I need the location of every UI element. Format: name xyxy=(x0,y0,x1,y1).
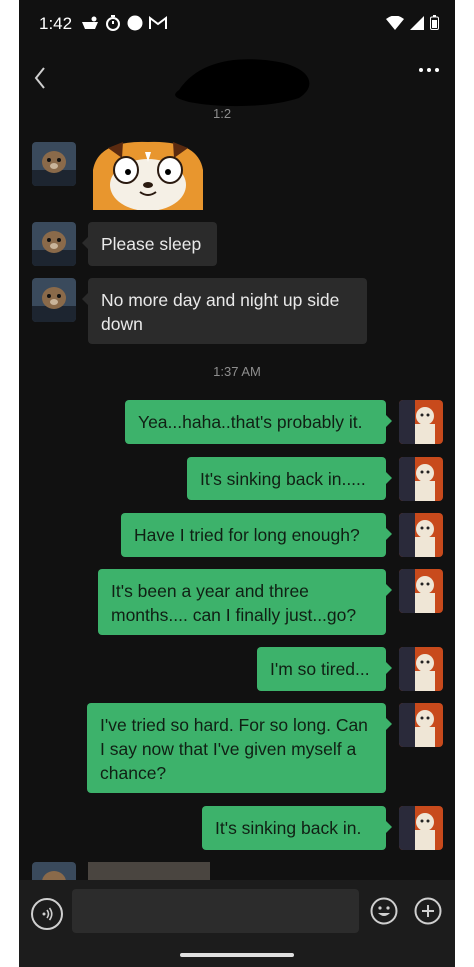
status-system-icons xyxy=(386,15,439,30)
message-right[interactable]: It's sinking back in..... xyxy=(187,457,392,500)
emoji-button[interactable] xyxy=(370,897,398,925)
user-avatar[interactable] xyxy=(399,457,443,501)
timer-icon xyxy=(106,15,120,31)
message-right[interactable]: I'm so tired... xyxy=(257,647,392,691)
home-indicator[interactable] xyxy=(180,953,294,957)
redacted-contact-name xyxy=(175,59,310,107)
user-avatar[interactable] xyxy=(399,703,443,747)
battery-icon xyxy=(430,15,439,30)
message-left[interactable]: Please sleep xyxy=(82,222,217,266)
user-avatar[interactable] xyxy=(399,806,443,850)
contact-avatar[interactable] xyxy=(32,222,76,266)
message-right[interactable]: I've tried so hard. For so long. Can I s… xyxy=(87,703,392,793)
message-right[interactable]: It's been a year and three months.... ca… xyxy=(98,569,392,635)
message-input[interactable] xyxy=(72,889,359,933)
circle-icon xyxy=(127,15,143,31)
partial-timestamp: 1:2 xyxy=(213,106,232,121)
gmail-icon xyxy=(149,16,167,29)
more-options-icon[interactable] xyxy=(419,68,439,72)
user-avatar[interactable] xyxy=(399,513,443,557)
contact-avatar[interactable] xyxy=(32,278,76,322)
message-right[interactable]: Yea...haha..that's probably it. xyxy=(125,400,392,444)
timestamp: 1:37 AM xyxy=(213,364,261,379)
back-arrow-icon[interactable] xyxy=(33,66,47,90)
user-avatar[interactable] xyxy=(399,400,443,444)
red-panda-sticker[interactable] xyxy=(88,140,208,210)
message-left[interactable]: No more day and night up side down xyxy=(82,278,367,344)
voice-input-button[interactable] xyxy=(31,898,63,930)
user-avatar[interactable] xyxy=(399,647,443,691)
status-time: 1:42 xyxy=(39,14,73,33)
message-right[interactable]: It's sinking back in. xyxy=(202,806,392,850)
contact-avatar[interactable] xyxy=(32,142,76,186)
user-avatar[interactable] xyxy=(399,569,443,613)
image-message-preview[interactable] xyxy=(88,862,210,882)
add-attachment-button[interactable] xyxy=(414,897,442,925)
wifi-icon xyxy=(386,15,404,30)
plus-icon xyxy=(414,897,442,925)
status-notification-icons xyxy=(81,15,167,31)
message-right[interactable]: Have I tried for long enough? xyxy=(121,513,392,557)
chat-screen: 1:42 1:2 Please sleep No more day and ni… xyxy=(19,0,455,967)
voice-icon xyxy=(42,907,53,921)
signal-icon xyxy=(410,15,424,30)
notification-icon xyxy=(82,16,98,29)
emoji-icon xyxy=(370,897,398,925)
